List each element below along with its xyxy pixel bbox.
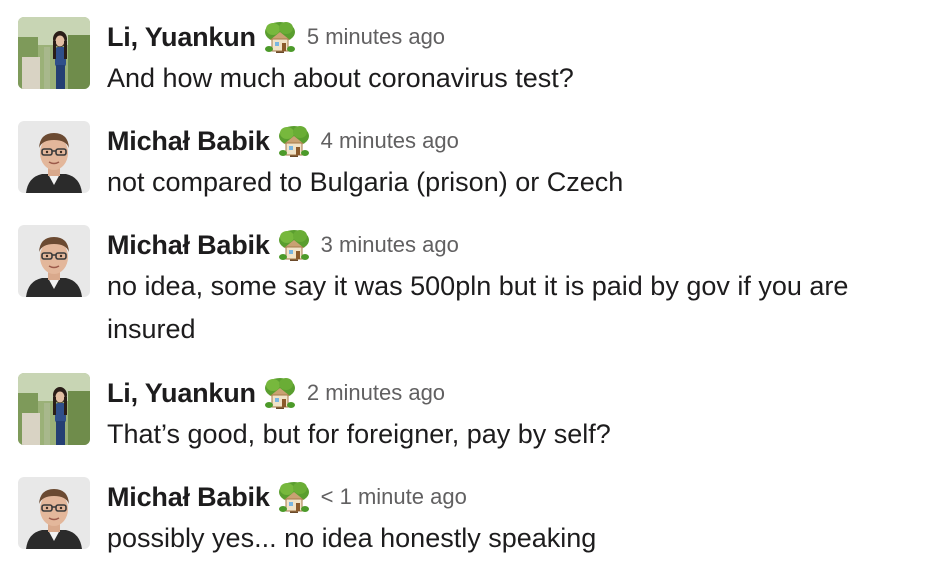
message-content: Li, Yuankun 2 minutes ago That’s good, b… xyxy=(107,373,922,456)
avatar-image xyxy=(18,373,90,445)
avatar-image xyxy=(18,477,90,549)
house-with-garden-icon[interactable] xyxy=(263,376,297,410)
sender-name[interactable]: Michał Babik xyxy=(107,482,270,513)
message-timestamp[interactable]: 5 minutes ago xyxy=(307,24,445,50)
message-header: Michał Babik 3 minutes ago xyxy=(107,225,922,265)
avatar[interactable] xyxy=(18,373,90,445)
avatar[interactable] xyxy=(18,477,90,549)
message-header: Li, Yuankun 2 minutes ago xyxy=(107,373,922,413)
message-text: That’s good, but for foreigner, pay by s… xyxy=(107,419,611,449)
message-timestamp[interactable]: 3 minutes ago xyxy=(321,232,459,258)
message-content: Michał Babik 4 minutes ago not compared … xyxy=(107,121,922,204)
avatar[interactable] xyxy=(18,17,90,89)
message-text: not compared to Bulgaria (prison) or Cze… xyxy=(107,167,624,197)
message-content: Li, Yuankun 5 minutes ago And how much a… xyxy=(107,17,922,100)
sender-name[interactable]: Li, Yuankun xyxy=(107,22,256,53)
house-with-garden-icon[interactable] xyxy=(277,228,311,262)
sender-name[interactable]: Michał Babik xyxy=(107,230,270,261)
avatar[interactable] xyxy=(18,121,90,193)
sender-name[interactable]: Li, Yuankun xyxy=(107,378,256,409)
message-timestamp[interactable]: 4 minutes ago xyxy=(321,128,459,154)
message-header: Michał Babik 4 minutes ago xyxy=(107,121,922,161)
message-content: Michał Babik < 1 minute ago possibly yes… xyxy=(107,477,922,560)
sender-name[interactable]: Michał Babik xyxy=(107,126,270,157)
message-text: possibly yes... no idea honestly speakin… xyxy=(107,523,597,553)
message-text: And how much about coronavirus test? xyxy=(107,63,574,93)
message-timestamp[interactable]: < 1 minute ago xyxy=(321,484,467,510)
message-content: Michał Babik 3 minutes ago no idea, some… xyxy=(107,225,922,351)
message-timestamp[interactable]: 2 minutes ago xyxy=(307,380,445,406)
message-text: no idea, some say it was 500pln but it i… xyxy=(107,271,849,344)
house-with-garden-icon[interactable] xyxy=(263,20,297,54)
avatar-image xyxy=(18,121,90,193)
avatar[interactable] xyxy=(18,225,90,297)
house-with-garden-icon[interactable] xyxy=(277,124,311,158)
house-with-garden-icon[interactable] xyxy=(277,480,311,514)
avatar-image xyxy=(18,225,90,297)
message-header: Li, Yuankun 5 minutes ago xyxy=(107,17,922,57)
message-header: Michał Babik < 1 minute ago xyxy=(107,477,922,517)
avatar-image xyxy=(18,17,90,89)
